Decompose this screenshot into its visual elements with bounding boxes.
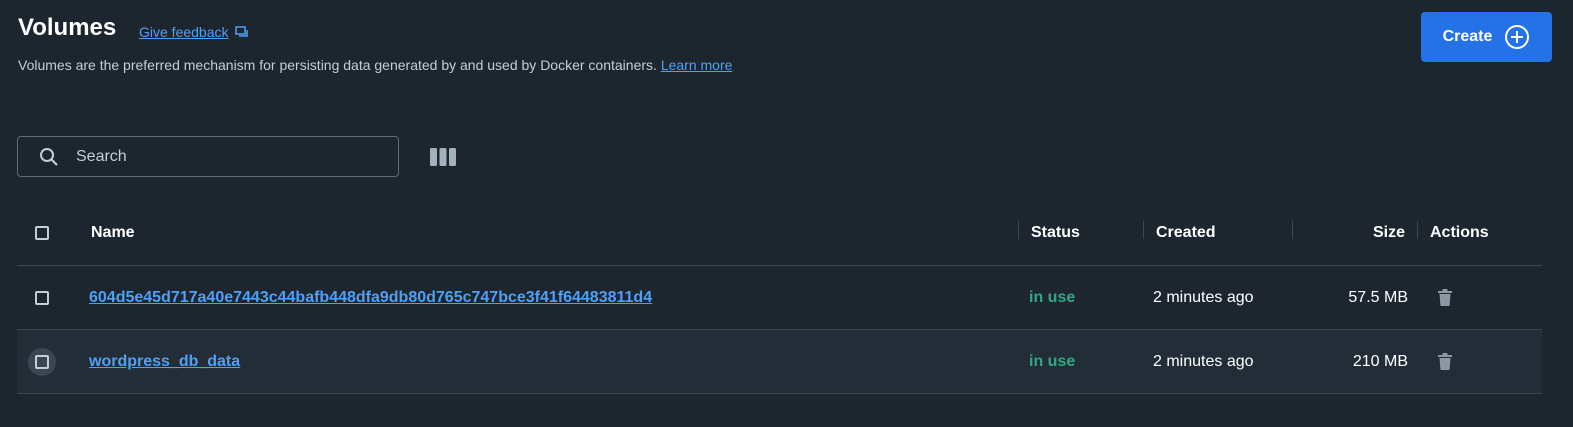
volumes-page: Volumes Give feedback Volumes are the pr… [0,0,1573,427]
status-text: in use [1029,352,1076,370]
column-header-actions: Actions [1430,223,1489,241]
select-all-checkbox[interactable] [35,225,49,240]
created-text: 2 minutes ago [1153,288,1254,306]
create-button[interactable]: Create [1421,12,1552,62]
size-text: 210 MB [1352,352,1408,370]
column-divider[interactable] [1417,221,1418,239]
plus-circle-icon [1505,25,1530,49]
table-row[interactable]: 604d5e45d717a40e7443c44bafb448dfa9db80d7… [17,266,1542,330]
column-divider[interactable] [1018,221,1019,239]
give-feedback-link[interactable]: Give feedback [139,24,249,40]
column-header-name[interactable]: Name [91,200,135,265]
volume-name-link[interactable]: wordpress_db_data [89,353,240,371]
row-checkbox[interactable] [35,354,49,369]
feedback-icon [234,26,248,37]
trash-icon[interactable] [1437,288,1453,307]
column-header-status[interactable]: Status [1031,200,1080,265]
search-input[interactable] [76,147,356,166]
learn-more-link[interactable]: Learn more [661,57,733,73]
volumes-table: Name Status Created Size Actions 604d5e4… [17,200,1542,394]
trash-icon[interactable] [1437,352,1453,371]
description-text: Volumes are the preferred mechanism for … [18,57,657,73]
column-header-created[interactable]: Created [1156,200,1216,265]
give-feedback-label: Give feedback [139,24,229,40]
column-header-size[interactable]: Size [1307,200,1405,265]
search-box[interactable] [17,136,399,177]
column-divider[interactable] [1292,221,1293,239]
table-row[interactable]: wordpress_db_data in use 2 minutes ago 2… [17,330,1542,394]
status-text: in use [1029,288,1076,306]
search-icon [40,147,58,166]
volume-name-link[interactable]: 604d5e45d717a40e7443c44bafb448dfa9db80d7… [89,289,652,307]
table-header: Name Status Created Size Actions [17,200,1542,266]
column-divider[interactable] [1143,221,1144,239]
page-description: Volumes are the preferred mechanism for … [18,57,732,73]
create-button-label: Create [1442,28,1493,45]
page-title: Volumes [18,14,117,41]
columns-icon[interactable] [430,147,456,167]
created-text: 2 minutes ago [1153,352,1254,370]
size-text: 57.5 MB [1348,288,1408,306]
row-checkbox[interactable] [35,290,49,305]
